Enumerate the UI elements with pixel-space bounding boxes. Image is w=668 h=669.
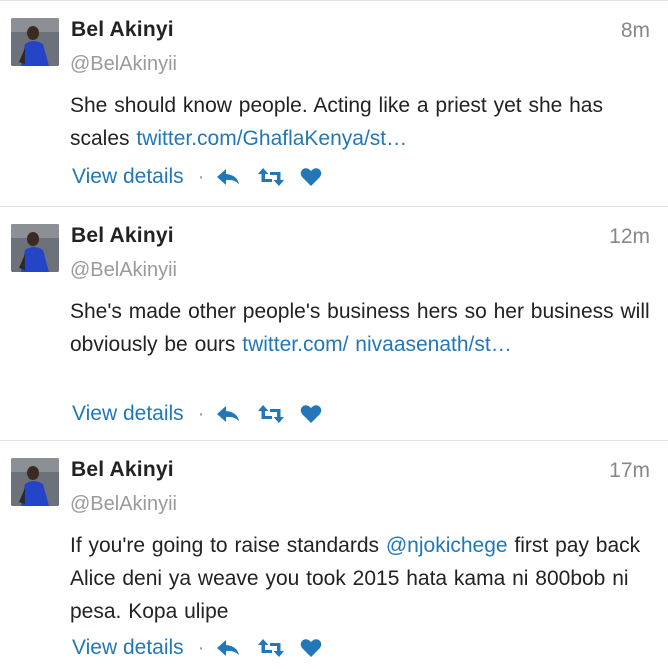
- timestamp: 17m: [609, 459, 650, 482]
- tweet-text: She's made other people's business hers …: [70, 295, 655, 361]
- author-handle[interactable]: @BelAkinyii: [70, 493, 177, 516]
- tweet-link[interactable]: twitter.com/ nivaasenath/st…: [242, 333, 511, 356]
- view-details-link[interactable]: View details: [72, 402, 184, 426]
- retweet-icon[interactable]: [258, 167, 285, 187]
- author-handle[interactable]: @BelAkinyii: [70, 259, 177, 282]
- author-name[interactable]: Bel Akinyi: [71, 458, 174, 482]
- author-name[interactable]: Bel Akinyi: [71, 224, 174, 248]
- reply-icon[interactable]: [216, 404, 240, 424]
- timestamp: 8m: [620, 19, 650, 42]
- timestamp: 12m: [609, 225, 650, 248]
- tweet-text: She should know people. Acting like a pr…: [70, 89, 655, 155]
- tweet-card[interactable]: Bel Akinyi @BelAkinyii 8m She should kno…: [0, 0, 668, 207]
- tweet-text: If you're going to raise standards @njok…: [70, 529, 655, 628]
- favorite-icon[interactable]: [300, 167, 324, 187]
- favorite-icon[interactable]: [300, 638, 324, 658]
- tweet-link[interactable]: twitter.com/GhaflaKenya/st…: [136, 127, 407, 150]
- tweet-actions: View details ·: [72, 399, 342, 429]
- reply-icon[interactable]: [216, 638, 240, 658]
- tweet-feed: Bel Akinyi @BelAkinyii 8m She should kno…: [0, 0, 668, 669]
- separator-dot: ·: [197, 636, 205, 659]
- tweet-text-content: If you're going to raise standards: [70, 534, 386, 557]
- tweet-actions: View details ·: [72, 162, 342, 192]
- view-details-link[interactable]: View details: [72, 165, 184, 189]
- reply-icon[interactable]: [216, 167, 240, 187]
- tweet-actions: View details ·: [72, 633, 342, 663]
- view-details-link[interactable]: View details: [72, 636, 184, 660]
- retweet-icon[interactable]: [258, 638, 285, 658]
- mention-link[interactable]: @njokichege: [386, 534, 508, 557]
- avatar[interactable]: [11, 18, 59, 66]
- favorite-icon[interactable]: [300, 404, 324, 424]
- author-name[interactable]: Bel Akinyi: [71, 18, 174, 42]
- author-handle[interactable]: @BelAkinyii: [70, 53, 177, 76]
- separator-dot: ·: [197, 165, 205, 188]
- separator-dot: ·: [197, 402, 205, 425]
- tweet-card[interactable]: Bel Akinyi @BelAkinyii 12m She's made ot…: [0, 207, 668, 441]
- retweet-icon[interactable]: [258, 404, 285, 424]
- tweet-card[interactable]: Bel Akinyi @BelAkinyii 17m If you're goi…: [0, 441, 668, 669]
- avatar[interactable]: [11, 224, 59, 272]
- avatar[interactable]: [11, 458, 59, 506]
